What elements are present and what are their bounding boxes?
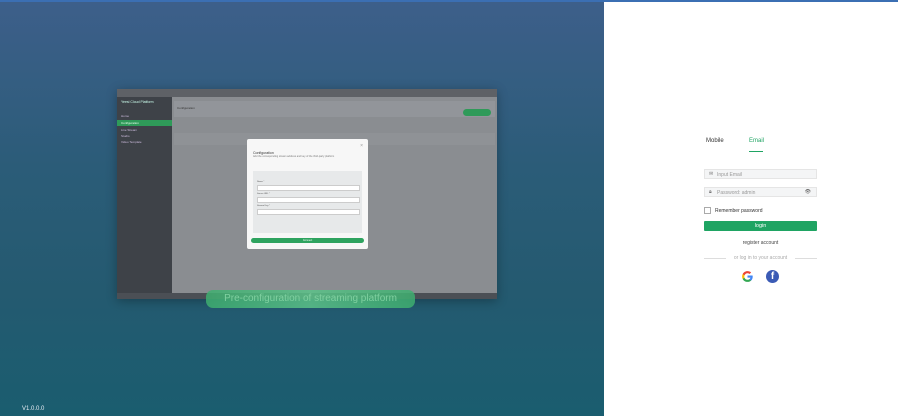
remember-password[interactable]: Remember password (704, 207, 763, 214)
mock-menu-item: Studio (121, 134, 130, 138)
eye-icon[interactable]: 👁︎ (805, 190, 811, 195)
mock-config-dialog: × Configuration Add the corresponding st… (247, 139, 368, 249)
google-icon (742, 271, 753, 282)
tab-email[interactable]: Email (749, 138, 764, 144)
dialog-field (257, 197, 360, 203)
social-divider: or log in to your account (704, 255, 817, 261)
dialog-connect-button: Connect (251, 238, 364, 243)
mock-menu-item: Configuration (121, 121, 139, 125)
remember-label: Remember password (715, 207, 763, 214)
mail-icon: ✉ (709, 171, 714, 177)
dialog-connect-label: Connect (302, 239, 313, 242)
password-field[interactable]: 🔒︎ 👁︎ (704, 187, 817, 197)
divider-line (795, 258, 817, 259)
login-button[interactable]: login (704, 221, 817, 231)
mock-main-header: Configuration (174, 101, 495, 117)
email-input[interactable] (717, 170, 805, 179)
google-login-icon[interactable] (741, 270, 754, 283)
mock-topbar (117, 89, 497, 97)
version-label: V1.0.0.0 (22, 406, 45, 412)
dialog-label: Stream Key * (257, 205, 270, 207)
email-field[interactable]: ✉ (704, 169, 817, 179)
facebook-login-icon[interactable]: f (766, 270, 779, 283)
tab-mobile[interactable]: Mobile (706, 138, 724, 144)
remember-checkbox[interactable] (704, 207, 711, 214)
mock-menu-item: Home (121, 114, 130, 118)
password-input[interactable] (717, 188, 805, 197)
dialog-form: Name * Server URL * Stream Key * (253, 171, 362, 233)
promo-banner-text: Pre-configuration of streaming platform (224, 293, 397, 304)
mock-brand: Yeesi Cloud Platform (121, 100, 154, 104)
mock-sidebar: Yeesi Cloud Platform Home Configuration … (117, 97, 172, 299)
register-link[interactable]: register account (704, 240, 817, 246)
dialog-subtitle: Add the corresponding stream address and… (253, 155, 335, 158)
dialog-label: Server URL * (257, 193, 270, 195)
mock-menu-item: Live Stream (121, 128, 138, 132)
dialog-label: Name * (257, 181, 265, 183)
login-panel: Mobile Email ✉ 🔒︎ 👁︎ Remember password l… (604, 2, 898, 416)
dialog-field (257, 209, 360, 215)
mock-page-heading: Configuration (177, 106, 195, 110)
dialog-field (257, 185, 360, 191)
facebook-icon: f (770, 271, 775, 282)
mock-menu-item: Video Template (121, 140, 142, 144)
active-tab-indicator (749, 151, 763, 152)
close-icon: × (360, 143, 363, 149)
lock-icon: 🔒︎ (709, 189, 712, 195)
promo-panel: Yeesi Cloud Platform Home Configuration … (0, 2, 604, 416)
mock-add-button (463, 109, 491, 116)
